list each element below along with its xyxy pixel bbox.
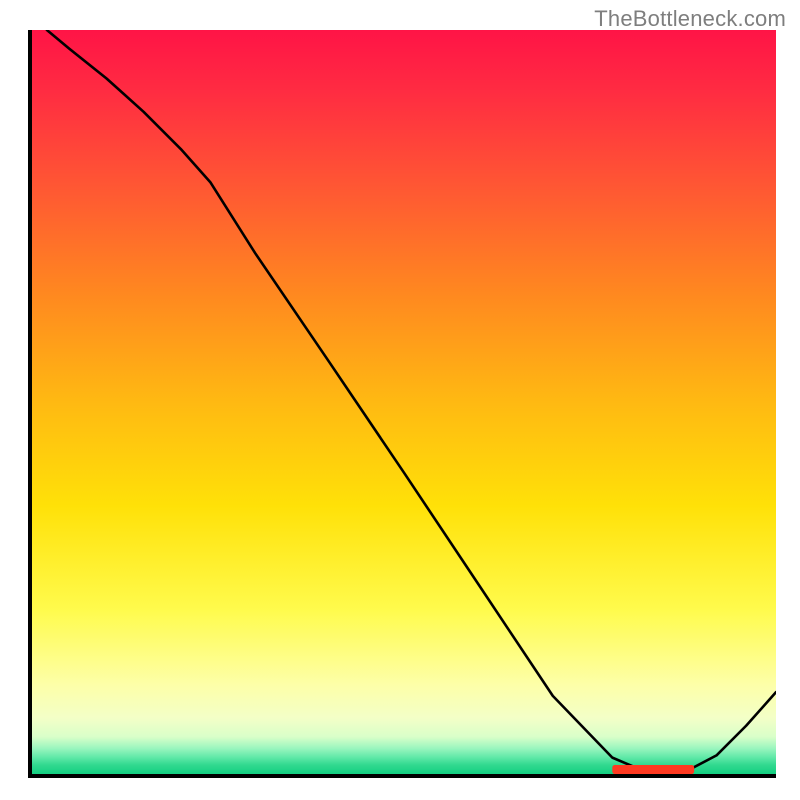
chart-plot-area <box>28 30 776 778</box>
background-gradient <box>32 30 776 774</box>
attribution-text: TheBottleneck.com <box>594 6 786 32</box>
